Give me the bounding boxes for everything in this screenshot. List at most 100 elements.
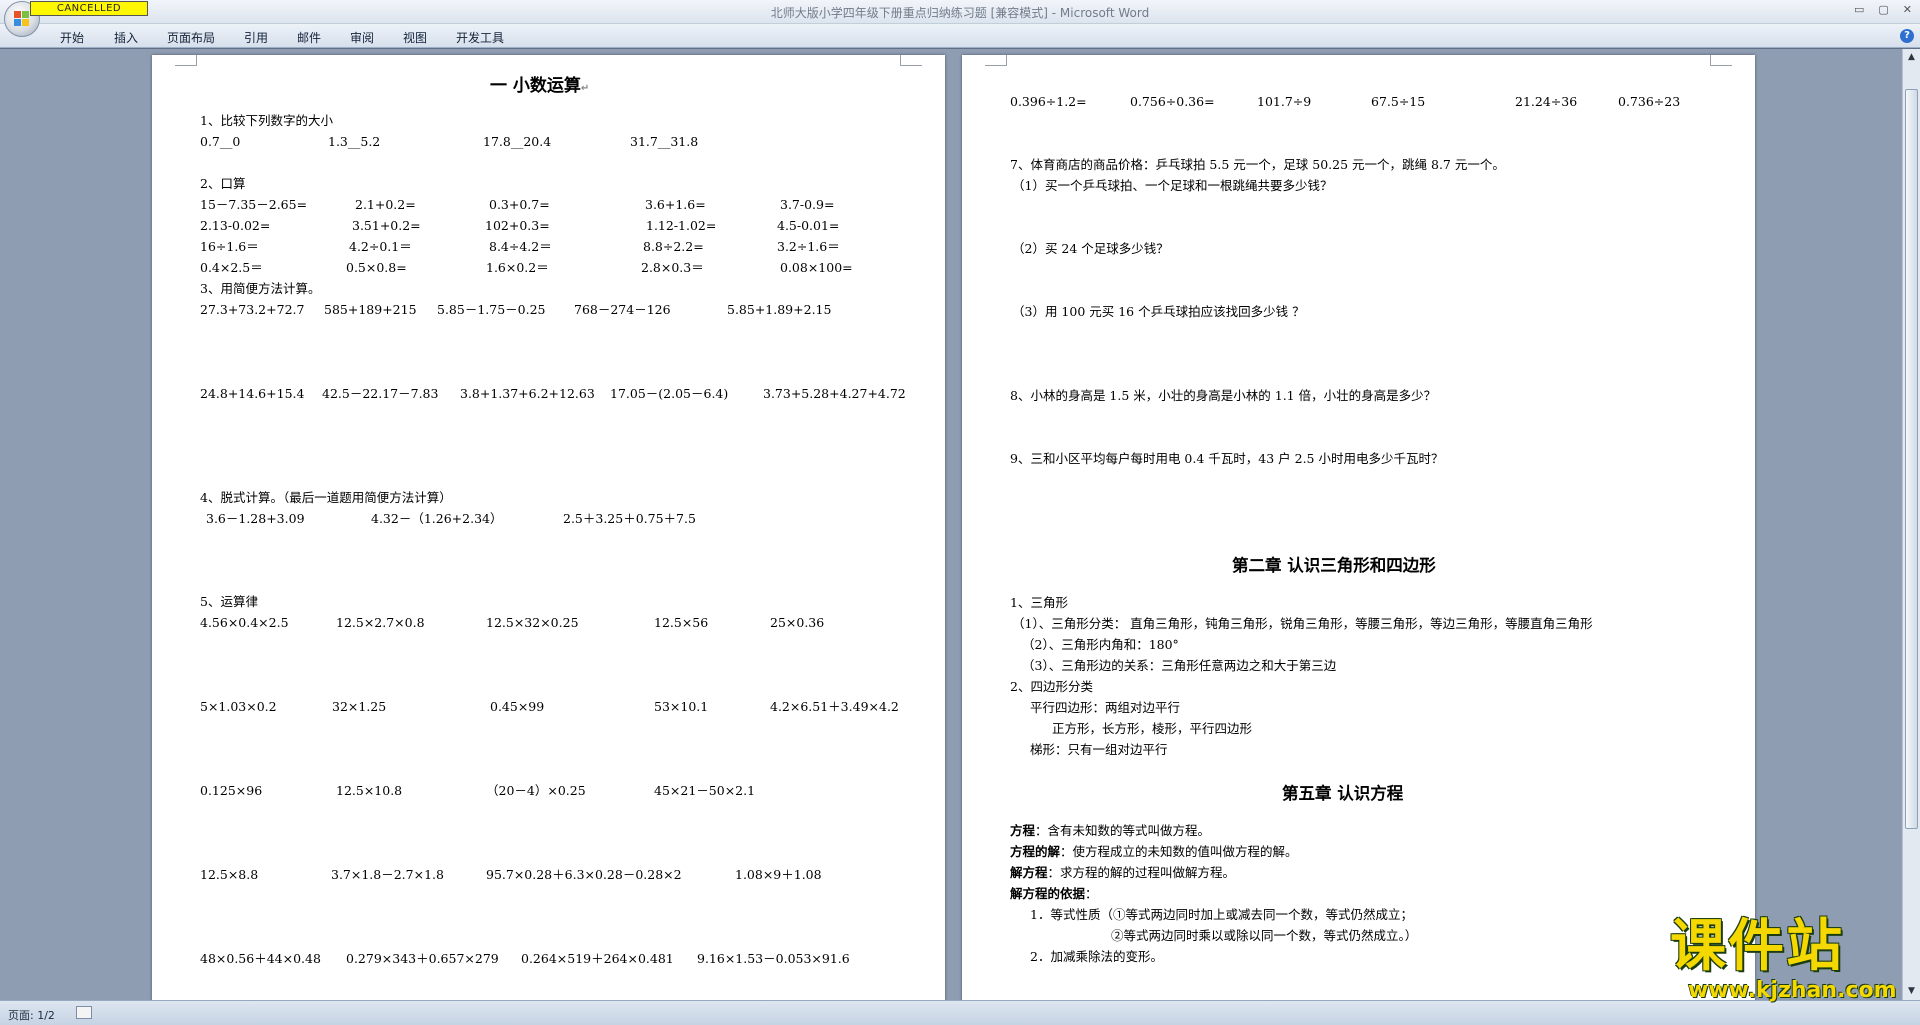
math-item: 53×10.1 bbox=[654, 699, 709, 714]
math-item: 0.5×0.8= bbox=[346, 260, 407, 275]
math-item: 2.5＋3.25＋0.75＋7.5 bbox=[563, 511, 696, 526]
definition-line: 解方程：求方程的解的过程叫做解方程。 bbox=[1010, 865, 1236, 880]
math-item: 12.5×10.8 bbox=[336, 783, 403, 798]
math-item: （20－4）×0.25 bbox=[486, 783, 586, 798]
definition-line: 解方程的依据： bbox=[1010, 886, 1098, 901]
office-logo-icon bbox=[14, 11, 30, 27]
restore-icon[interactable]: ▢ bbox=[1878, 3, 1888, 16]
math-item: 12.5×2.7×0.8 bbox=[336, 615, 425, 630]
title-bar: CANCELLED 北师大版小学四年级下册重点归纳练习题 [兼容模式] - Mi… bbox=[0, 0, 1920, 37]
chapter-5-title: 第五章 认识方程 bbox=[1282, 784, 1404, 803]
chapter-2-line: （3）、三角形边的关系：三角形任意两边之和大于第三边 bbox=[1022, 658, 1337, 673]
question-2: 2、口算 bbox=[200, 176, 246, 191]
tab-home[interactable]: 开始 bbox=[60, 29, 84, 46]
window-controls: ▭ ▢ ✕ bbox=[1854, 3, 1912, 16]
tab-view[interactable]: 视图 bbox=[403, 29, 427, 46]
math-item: 8.4÷4.2＝ bbox=[489, 239, 552, 254]
math-item: 48×0.56＋44×0.48 bbox=[200, 951, 321, 966]
math-item: 5×1.03×0.2 bbox=[200, 699, 277, 714]
math-item: 5.85－1.75－0.25 bbox=[437, 302, 546, 317]
site-watermark: 课件站 www.kjzhan.com bbox=[1662, 918, 1910, 1006]
math-item: 3.8+1.37+6.2+12.63 bbox=[460, 386, 595, 401]
math-item: 585+189+215 bbox=[324, 302, 417, 317]
math-item: 3.7×1.8－2.7×1.8 bbox=[331, 867, 444, 882]
math-item: 12.5×8.8 bbox=[200, 867, 259, 882]
section-title: 一 小数运算↵ bbox=[490, 76, 590, 96]
math-item: 1.08×9＋1.08 bbox=[735, 867, 822, 882]
question-8: 8、小林的身高是 1.5 米，小壮的身高是小林的 1.1 倍，小壮的身高是多少？ bbox=[1010, 388, 1437, 403]
math-item: 4.2÷0.1＝ bbox=[349, 239, 412, 254]
math-item: 3.51+0.2= bbox=[352, 218, 421, 233]
minimize-icon[interactable]: ▭ bbox=[1854, 3, 1864, 16]
rule-line: 1．等式性质（①等式两边同时加上或减去同一个数，等式仍然成立； bbox=[1030, 907, 1413, 922]
math-item: 16÷1.6＝ bbox=[200, 239, 259, 254]
math-item: 0.4×2.5＝ bbox=[200, 260, 263, 275]
math-item: 25×0.36 bbox=[770, 615, 825, 630]
tab-review[interactable]: 审阅 bbox=[350, 29, 374, 46]
math-item: 1.12-1.02= bbox=[646, 218, 717, 233]
page-count[interactable]: 页面: 1/2 bbox=[8, 1007, 55, 1023]
math-item: 0.08×100= bbox=[780, 260, 853, 275]
rule-line: 2．加减乘除法的变形。 bbox=[1030, 949, 1163, 964]
math-item: 102+0.3= bbox=[485, 218, 550, 233]
math-item: 17.05－(2.05－6.4) bbox=[610, 386, 729, 401]
tab-page-layout[interactable]: 页面布局 bbox=[167, 29, 215, 46]
chapter-2-line: （2）、三角形内角和：180° bbox=[1022, 637, 1179, 652]
tab-mailings[interactable]: 邮件 bbox=[297, 29, 321, 46]
close-icon[interactable]: ✕ bbox=[1903, 3, 1912, 16]
math-item: 24.8+14.6+15.4 bbox=[200, 386, 305, 401]
math-item: 21.24÷36 bbox=[1515, 94, 1578, 109]
math-item: 4.32－（1.26+2.34） bbox=[371, 511, 503, 526]
compare-item: 1.3__5.2 bbox=[328, 134, 381, 149]
math-item: 12.5×32×0.25 bbox=[486, 615, 579, 630]
question-5: 5、运算律 bbox=[200, 594, 258, 609]
math-item: 4.2×6.51＋3.49×4.2 bbox=[770, 699, 899, 714]
math-item: 8.8÷2.2= bbox=[643, 239, 704, 254]
math-item: 0.125×96 bbox=[200, 783, 263, 798]
math-item: 27.3+73.2+72.7 bbox=[200, 302, 305, 317]
math-item: 1.6×0.2＝ bbox=[486, 260, 549, 275]
question-3: 3、用简便方法计算。 bbox=[200, 281, 321, 296]
math-item: 2.8×0.3＝ bbox=[641, 260, 704, 275]
tab-references[interactable]: 引用 bbox=[244, 29, 268, 46]
definition-line: 方程：含有未知数的等式叫做方程。 bbox=[1010, 823, 1211, 838]
chapter-2-line: 平行四边形：两组对边平行 bbox=[1030, 700, 1181, 715]
math-item: 3.6－1.28+3.09 bbox=[206, 511, 305, 526]
chapter-2-title: 第二章 认识三角形和四边形 bbox=[1232, 556, 1436, 575]
math-item: 4.56×0.4×2.5 bbox=[200, 615, 289, 630]
tab-developer[interactable]: 开发工具 bbox=[456, 29, 504, 46]
help-icon[interactable]: ? bbox=[1900, 29, 1914, 43]
question-7: 7、体育商店的商品价格：乒乓球拍 5.5 元一个，足球 50.25 元一个，跳绳… bbox=[1010, 157, 1505, 172]
math-item: 0.736÷23 bbox=[1618, 94, 1681, 109]
vertical-scrollbar[interactable]: ▲ ▼ bbox=[1902, 49, 1920, 1000]
compare-item: 17.8__20.4 bbox=[483, 134, 552, 149]
math-item: 45×21－50×2.1 bbox=[654, 783, 756, 798]
math-item: 101.7÷9 bbox=[1257, 94, 1312, 109]
scroll-up-icon[interactable]: ▲ bbox=[1905, 51, 1918, 64]
tab-insert[interactable]: 插入 bbox=[114, 29, 138, 46]
chapter-2-line: 梯形：只有一组对边平行 bbox=[1030, 742, 1168, 757]
compare-item: 0.7__0 bbox=[200, 134, 241, 149]
math-item: 3.6+1.6= bbox=[645, 197, 706, 212]
math-item: 67.5÷15 bbox=[1371, 94, 1426, 109]
math-item: 3.7-0.9= bbox=[780, 197, 835, 212]
math-item: 15－7.35－2.65= bbox=[200, 197, 308, 212]
scroll-thumb[interactable] bbox=[1905, 89, 1918, 829]
proofing-icon[interactable] bbox=[76, 1006, 92, 1019]
math-item: 0.279×343＋0.657×279 bbox=[346, 951, 499, 966]
math-item: 3.2÷1.6＝ bbox=[777, 239, 840, 254]
math-item: 32×1.25 bbox=[332, 699, 387, 714]
math-item: 0.264×519＋264×0.481 bbox=[521, 951, 674, 966]
cancelled-stamp: CANCELLED bbox=[30, 1, 148, 16]
math-item: 3.73+5.28+4.27+4.72 bbox=[763, 386, 906, 401]
chapter-2-line: （1）、三角形分类： 直角三角形，钝角三角形，锐角三角形，等腰三角形，等边三角形… bbox=[1012, 616, 1593, 631]
question-4: 4、脱式计算。（最后一道题用简便方法计算） bbox=[200, 490, 452, 505]
status-bar: 页面: 1/2 bbox=[0, 1000, 1920, 1025]
question-1: 1、比较下列数字的大小 bbox=[200, 113, 333, 128]
watermark-text: 课件站 bbox=[1670, 914, 1844, 979]
question-7-1: （1）买一个乒乓球拍、一个足球和一根跳绳共要多少钱？ bbox=[1012, 178, 1333, 193]
math-item: 95.7×0.28＋6.3×0.28－0.28×2 bbox=[486, 867, 682, 882]
math-item: 0.45×99 bbox=[490, 699, 545, 714]
math-item: 0.396÷1.2= bbox=[1010, 94, 1087, 109]
chapter-2-line: 1、三角形 bbox=[1010, 595, 1068, 610]
